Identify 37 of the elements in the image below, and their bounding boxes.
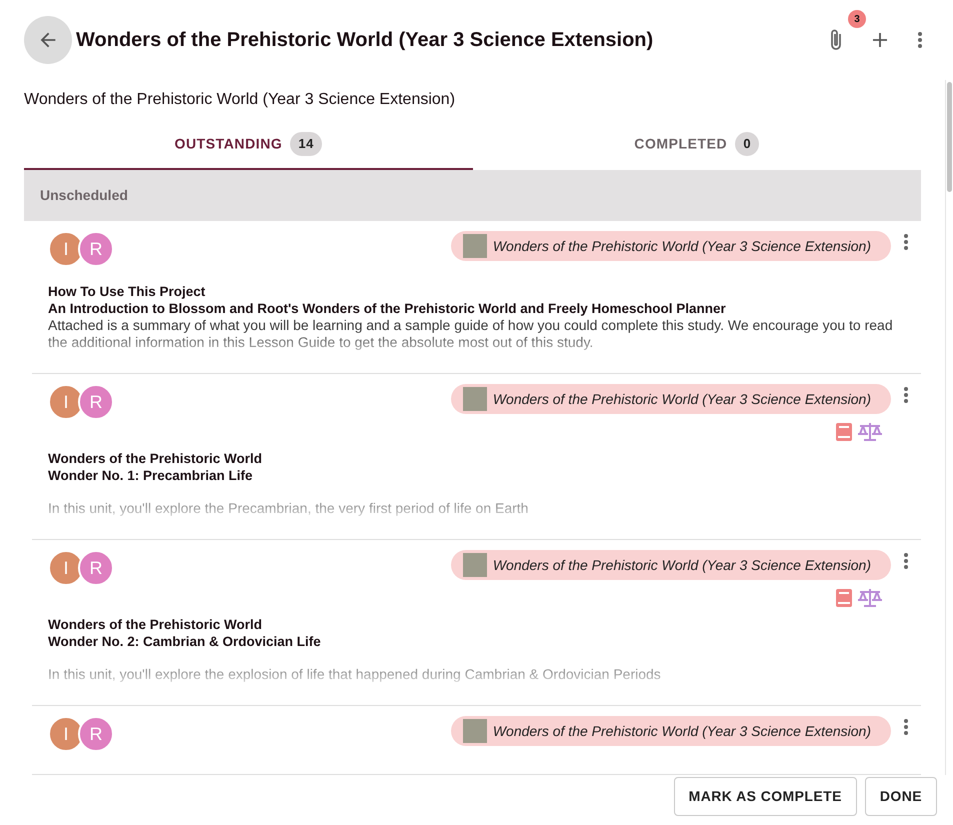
avatar: R [78, 231, 114, 267]
attachment-count-badge: 3 [848, 10, 866, 28]
task-title: Wonders of the Prehistoric World [48, 450, 264, 467]
thumbnail-image [462, 234, 487, 258]
section-header: Unscheduled [24, 170, 921, 221]
task-subtitle: Wonder No. 1: Precambrian Life [48, 467, 254, 484]
page-title: Wonders of the Prehistoric World (Year 3 Science Extension) [76, 28, 654, 52]
paperclip-icon [829, 28, 843, 52]
project-chip[interactable]: Wonders of the Prehistoric World (Year 3 Science Extension) [450, 716, 891, 746]
back-button[interactable] [24, 16, 72, 64]
thumbnail-image [462, 553, 487, 577]
project-chip[interactable]: Wonders of the Prehistoric World (Year 3 Science Extension) [450, 550, 891, 580]
project-chip[interactable]: Wonders of the Prehistoric World (Year 3 Science Extension) [450, 231, 891, 261]
plus-icon [871, 31, 889, 49]
task-title: Wonders of the Prehistoric World [48, 616, 264, 633]
more-vertical-icon [903, 552, 909, 570]
tab[interactable]: COMPLETED 0 [472, 122, 921, 170]
scrollbar-thumb[interactable] [947, 82, 952, 192]
task-subtitle: Wonder No. 2: Cambrian & Ordovician Life [48, 633, 322, 650]
thumbnail-image [462, 719, 487, 743]
task-description: In this unit, you'll explore the Precambrian, the very first period of life on Earth [48, 500, 530, 517]
more-vertical-icon [903, 233, 909, 251]
task-description: In this unit, you'll explore the explosion of life that happened during Cambrian & Ordovician Periods [48, 666, 662, 683]
action-button[interactable]: DONE [864, 776, 937, 816]
action-button[interactable]: MARK AS COMPLETE [674, 776, 857, 816]
avatar: R [78, 550, 114, 586]
more-vertical-icon [903, 718, 909, 736]
thumbnail-image [462, 387, 487, 411]
project-name: Wonders of the Prehistoric World (Year 3 Science Extension) [24, 90, 456, 110]
task-subtitle: An Introduction to Blossom and Root's Wonders of the Prehistoric World and Freely Homeschool Planner [48, 300, 727, 317]
task-description: Attached is a summary of what you will be learning and a sample guide of how you could complete this study. We encourage you to read the additional information in this Lesson Guide to get the absolute most out of this study. [48, 317, 894, 351]
task-title: How To Use This Project [48, 283, 206, 300]
more-vertical-icon [917, 31, 923, 49]
avatar: R [78, 384, 114, 420]
project-chip[interactable]: Wonders of the Prehistoric World (Year 3 Science Extension) [450, 384, 891, 414]
more-vertical-icon [903, 386, 909, 404]
avatar: R [78, 716, 114, 752]
